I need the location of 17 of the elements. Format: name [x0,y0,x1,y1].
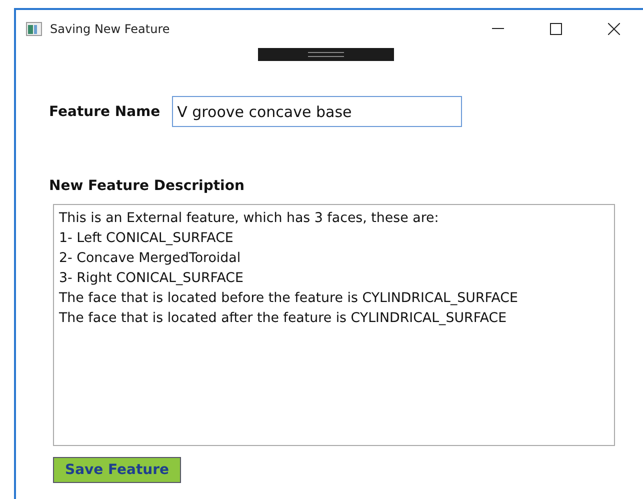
maximize-icon[interactable] [550,23,562,35]
description-line: The face that is located after the feature is CYLINDRICAL_SURFACE [59,310,508,328]
close-icon[interactable] [608,23,620,35]
description-line: 1- Left CONICAL_SURFACE [59,230,234,248]
save-button[interactable]: Save Feature [53,457,182,483]
window-title: Saving New Feature [50,22,171,36]
description-line: 3- Right CONICAL_SURFACE [59,270,244,288]
feature-name-label: Feature Name [49,104,160,120]
app-icon [26,22,42,36]
debug-toolbar[interactable] [258,48,394,61]
description-line: This is an External feature, which has 3 faces, these are: [59,210,440,228]
minimize-icon[interactable] [492,28,504,30]
feature-name-field[interactable]: V groove concave base [172,96,462,127]
description-line: 2- Concave MergedToroidal [59,250,242,268]
description-line: The face that is located before the feature is CYLINDRICAL_SURFACE [59,290,519,308]
description-label: New Feature Description [49,178,244,194]
description-field[interactable] [53,204,615,446]
